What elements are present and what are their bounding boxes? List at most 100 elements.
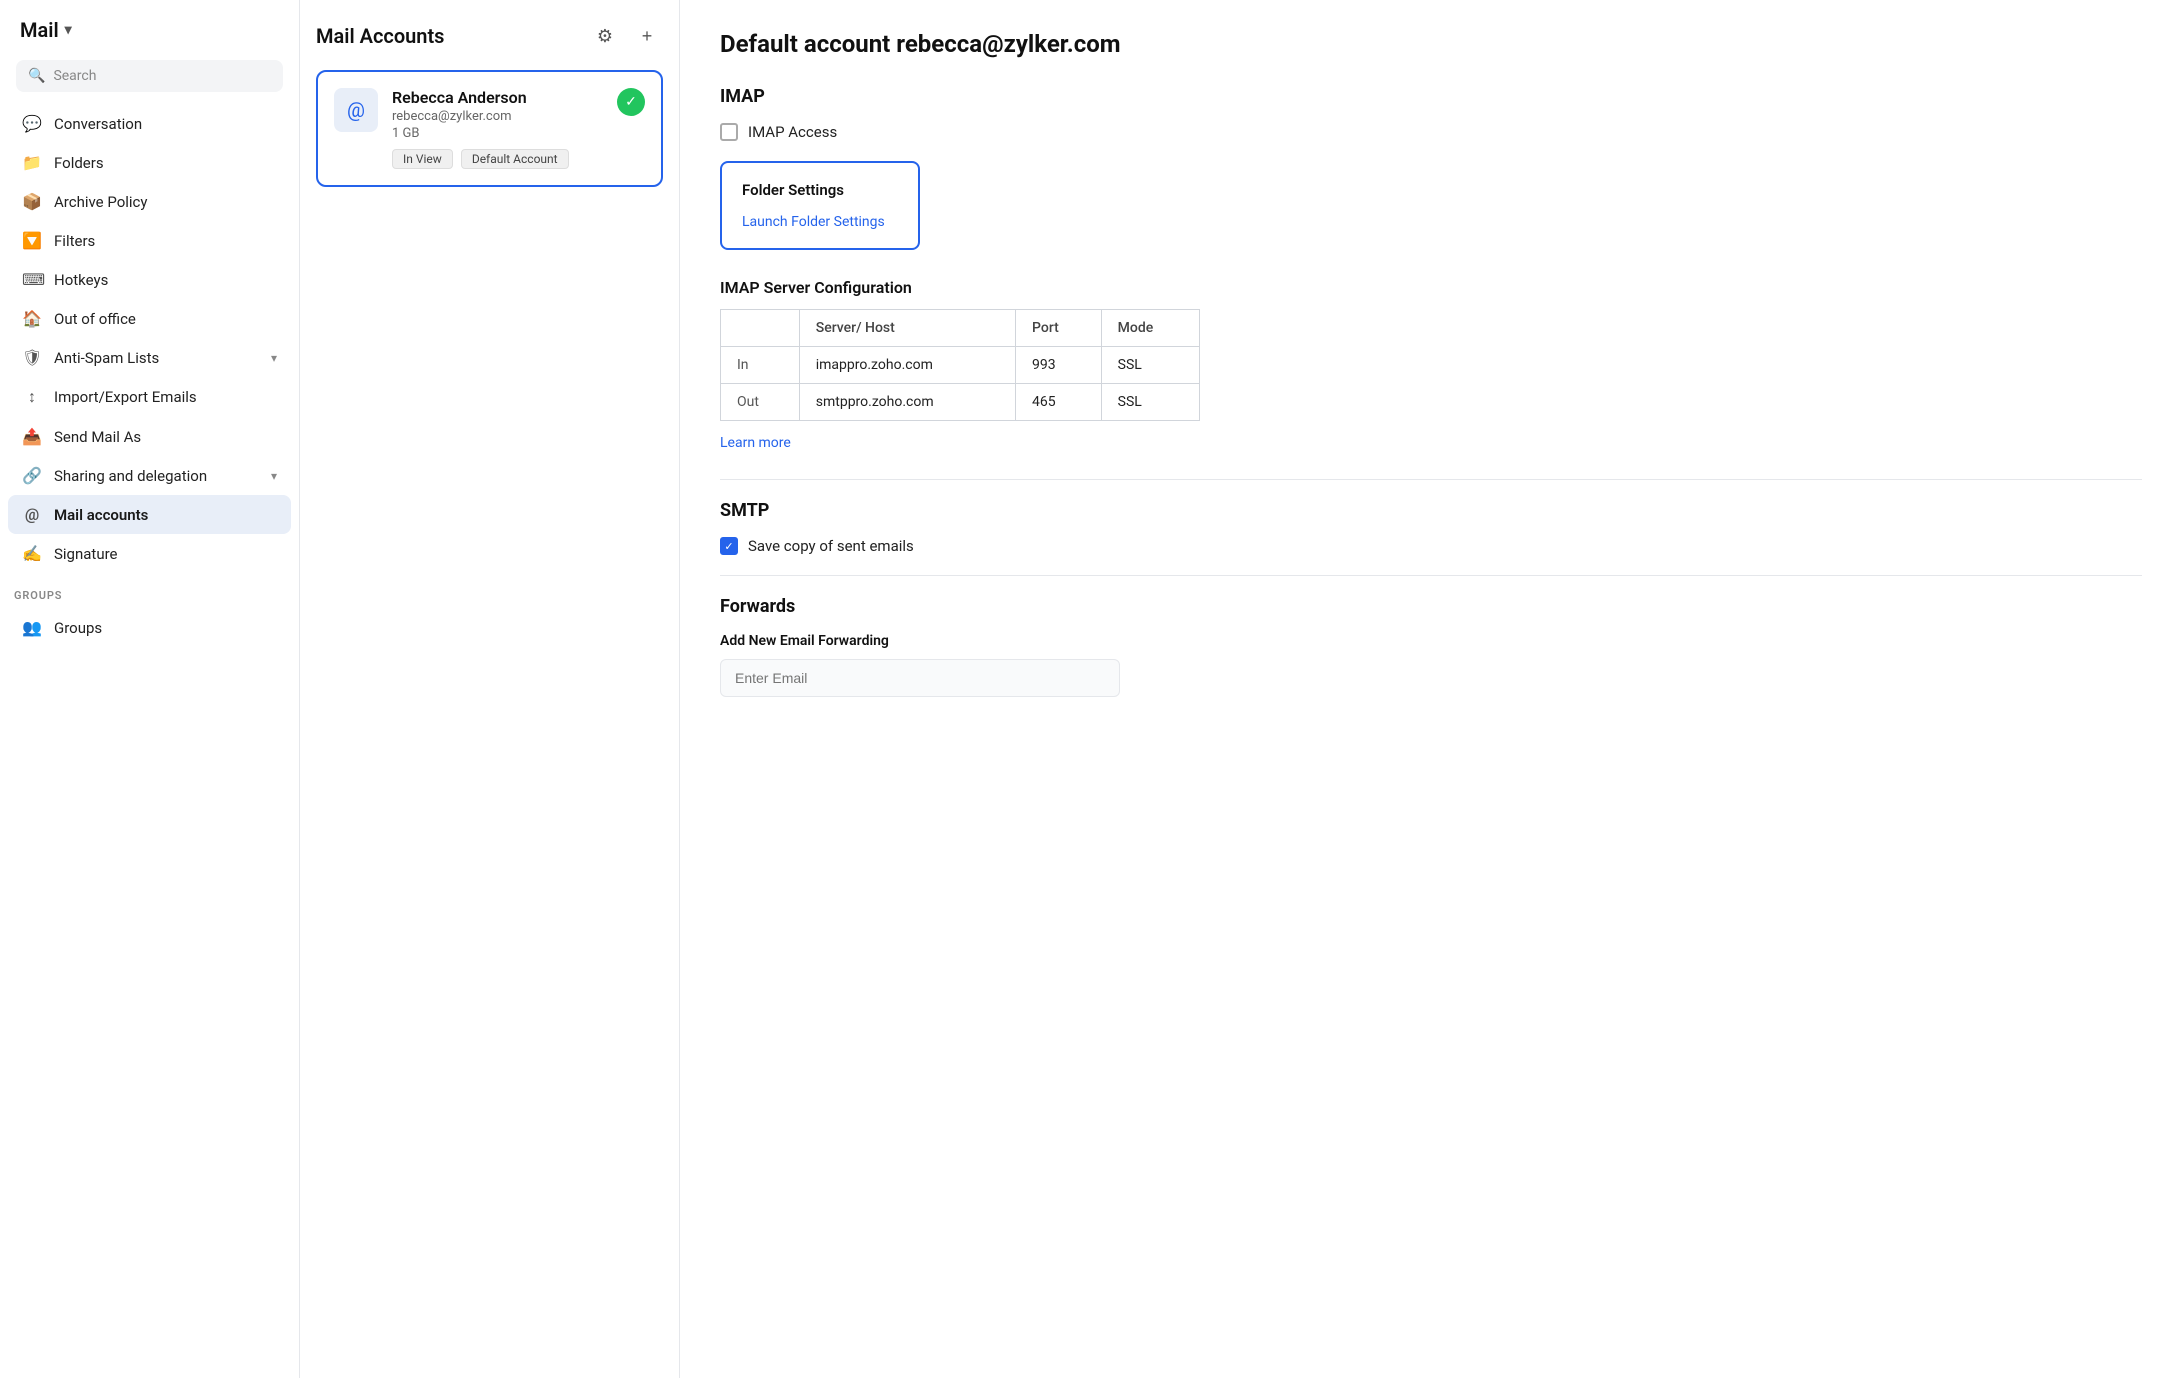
sharing-delegation-icon: 🔗	[22, 466, 42, 485]
sidebar-item-send-mail-as[interactable]: 📤 Send Mail As	[8, 417, 291, 456]
table-cell-host: smtppro.zoho.com	[799, 384, 1015, 421]
imap-server-table: Server/ Host Port Mode Inimappro.zoho.co…	[720, 309, 1200, 421]
panel-title: Mail Accounts	[316, 24, 444, 48]
sidebar-item-groups[interactable]: 👥 Groups	[8, 608, 291, 647]
archive-policy-icon: 📦	[22, 192, 42, 211]
sidebar-item-filters[interactable]: 🔽 Filters	[8, 221, 291, 260]
sidebar-item-label-folders: Folders	[54, 154, 277, 172]
app-title-text: Mail	[20, 18, 59, 42]
gear-icon: ⚙	[597, 26, 613, 47]
imap-access-label: IMAP Access	[748, 123, 837, 141]
table-cell-direction: Out	[721, 384, 800, 421]
divider-1	[720, 479, 2142, 480]
folder-settings-title: Folder Settings	[742, 181, 898, 199]
sidebar-item-signature[interactable]: ✍ Signature	[8, 534, 291, 573]
table-header-port: Port	[1016, 310, 1102, 347]
search-bar[interactable]: 🔍 Search	[16, 60, 283, 92]
add-account-button[interactable]: +	[631, 20, 663, 52]
anti-spam-icon: 🛡	[22, 348, 42, 367]
middle-panel: Mail Accounts ⚙ + @ Rebecca Anderson reb…	[300, 0, 680, 1378]
sidebar-item-label-conversation: Conversation	[54, 115, 277, 133]
sidebar-item-conversation[interactable]: 💬 Conversation	[8, 104, 291, 143]
learn-more-link[interactable]: Learn more	[720, 435, 2142, 451]
table-cell-port: 993	[1016, 347, 1102, 384]
filters-icon: 🔽	[22, 231, 42, 250]
out-of-office-icon: 🏠	[22, 309, 42, 328]
sidebar-item-label-signature: Signature	[54, 545, 277, 563]
folders-icon: 📁	[22, 153, 42, 172]
sidebar: Mail ▾ 🔍 Search 💬 Conversation 📁 Folders 📦 Ar…	[0, 0, 300, 1378]
app-title[interactable]: Mail ▾	[0, 0, 299, 52]
send-mail-as-icon: 📤	[22, 427, 42, 446]
divider-2	[720, 575, 2142, 576]
sidebar-item-label-sharing-delegation: Sharing and delegation	[54, 467, 259, 485]
launch-folder-settings-link[interactable]: Launch Folder Settings	[742, 214, 885, 230]
imap-server-config-title: IMAP Server Configuration	[720, 278, 2142, 297]
hotkeys-icon: ⌨	[22, 270, 42, 289]
sidebar-item-out-of-office[interactable]: 🏠 Out of office	[8, 299, 291, 338]
sidebar-item-sharing-delegation[interactable]: 🔗 Sharing and delegation ▾	[8, 456, 291, 495]
table-cell-mode: SSL	[1101, 384, 1199, 421]
folder-settings-card: Folder Settings Launch Folder Settings	[720, 161, 920, 250]
mail-accounts-icon: @	[22, 505, 42, 524]
search-placeholder: Search	[53, 68, 96, 84]
table-cell-direction: In	[721, 347, 800, 384]
account-info: Rebecca Anderson rebecca@zylker.com 1 GB…	[392, 88, 603, 169]
chevron-down-icon: ▾	[271, 351, 277, 365]
conversation-icon: 💬	[22, 114, 42, 133]
groups-icon: 👥	[22, 618, 42, 637]
smtp-section-title: SMTP	[720, 500, 2142, 521]
sidebar-item-mail-accounts[interactable]: @ Mail accounts	[8, 495, 291, 534]
sidebar-item-archive-policy[interactable]: 📦 Archive Policy	[8, 182, 291, 221]
imap-section: IMAP IMAP Access Folder Settings Launch …	[720, 86, 2142, 451]
sidebar-item-label-archive-policy: Archive Policy	[54, 193, 277, 211]
table-row: Outsmtppro.zoho.com465SSL	[721, 384, 1200, 421]
table-header-mode: Mode	[1101, 310, 1199, 347]
main-content: Default account rebecca@zylker.com IMAP …	[680, 0, 2182, 1378]
badge-default: Default Account	[461, 149, 569, 169]
sidebar-item-label-hotkeys: Hotkeys	[54, 271, 277, 289]
account-badges: In View Default Account	[392, 149, 603, 169]
account-email: rebecca@zylker.com	[392, 109, 603, 124]
account-avatar: @	[334, 88, 378, 132]
account-checkmark: ✓	[617, 88, 645, 116]
table-cell-mode: SSL	[1101, 347, 1199, 384]
groups-nav: 👥 Groups	[0, 608, 299, 647]
account-name: Rebecca Anderson	[392, 88, 603, 107]
sidebar-nav: 💬 Conversation 📁 Folders 📦 Archive Policy 🔽 Fil…	[0, 104, 299, 573]
search-icon: 🔍	[28, 68, 45, 84]
imap-section-title: IMAP	[720, 86, 2142, 107]
sidebar-item-label-import-export: Import/Export Emails	[54, 388, 277, 406]
smtp-section: SMTP ✓ Save copy of sent emails	[720, 500, 2142, 555]
table-row: Inimappro.zoho.com993SSL	[721, 347, 1200, 384]
badge-in-view: In View	[392, 149, 453, 169]
sidebar-item-folders[interactable]: 📁 Folders	[8, 143, 291, 182]
imap-access-checkbox[interactable]	[720, 123, 738, 141]
main-title: Default account rebecca@zylker.com	[720, 30, 2142, 58]
smtp-save-copy-checkbox[interactable]: ✓	[720, 537, 738, 555]
imap-access-row: IMAP Access	[720, 123, 2142, 141]
chevron-down-icon: ▾	[271, 469, 277, 483]
table-cell-port: 465	[1016, 384, 1102, 421]
signature-icon: ✍	[22, 544, 42, 563]
account-size: 1 GB	[392, 126, 603, 141]
forwards-section-title: Forwards	[720, 596, 2142, 617]
sidebar-item-anti-spam[interactable]: 🛡 Anti-Spam Lists ▾	[8, 338, 291, 377]
smtp-save-copy-label: Save copy of sent emails	[748, 537, 914, 555]
sidebar-item-label-mail-accounts: Mail accounts	[54, 506, 277, 524]
forwards-section: Forwards Add New Email Forwarding	[720, 596, 2142, 697]
sidebar-item-label-anti-spam: Anti-Spam Lists	[54, 349, 259, 367]
account-card[interactable]: @ Rebecca Anderson rebecca@zylker.com 1 …	[316, 70, 663, 187]
forwarding-email-input[interactable]	[720, 659, 1120, 697]
sidebar-item-import-export[interactable]: ↕Import/Export Emails	[8, 377, 291, 417]
table-cell-host: imappro.zoho.com	[799, 347, 1015, 384]
sidebar-item-label-filters: Filters	[54, 232, 277, 250]
panel-header: Mail Accounts ⚙ +	[316, 20, 663, 52]
sidebar-item-hotkeys[interactable]: ⌨ Hotkeys	[8, 260, 291, 299]
table-header-direction	[721, 310, 800, 347]
sidebar-item-label-groups: Groups	[54, 619, 277, 637]
table-header-host: Server/ Host	[799, 310, 1015, 347]
sidebar-item-label-send-mail-as: Send Mail As	[54, 428, 277, 446]
sidebar-item-label-out-of-office: Out of office	[54, 310, 277, 328]
settings-button[interactable]: ⚙	[589, 20, 621, 52]
